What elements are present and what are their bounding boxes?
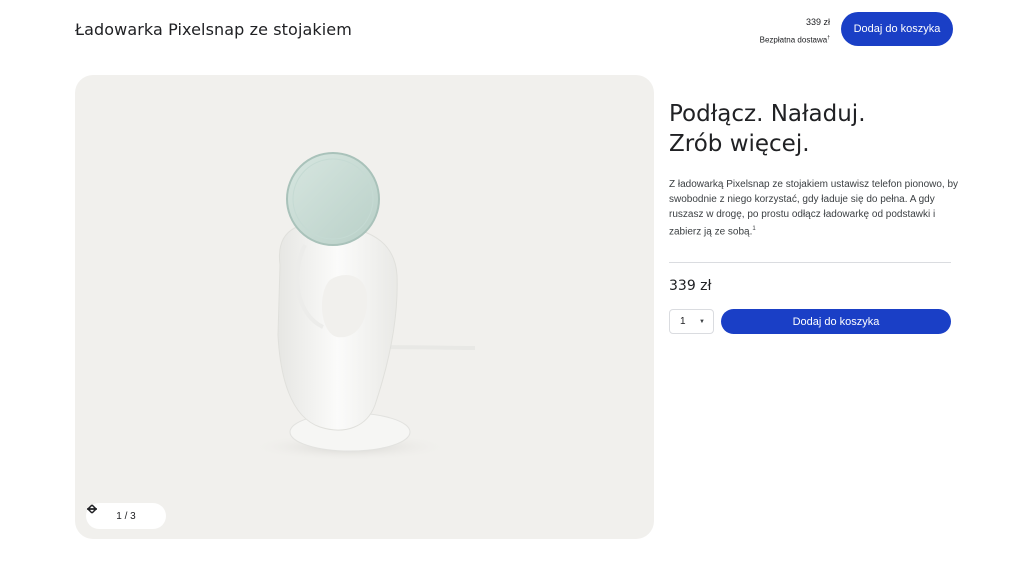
product-image (250, 152, 476, 461)
quantity-value: 1 (680, 316, 686, 327)
quantity-select[interactable]: 1 ▼ (669, 309, 714, 334)
product-image-gallery: 1 / 3 (75, 75, 654, 539)
product-price: 339 zł (669, 278, 712, 294)
product-title: Ładowarka Pixelsnap ze stojakiem (75, 20, 352, 39)
header-add-to-cart-button[interactable]: Dodaj do koszyka (841, 12, 953, 46)
headline-line-2: Zrób więcej. (669, 131, 810, 157)
header-price: 339 zł (805, 17, 830, 27)
shipping-footnote: † (827, 35, 830, 41)
headline-line-1: Podłącz. Naładuj. (669, 101, 866, 127)
product-headline: Podłącz. Naładuj. Zrób więcej. (669, 99, 969, 159)
description-footnote[interactable]: 1 (752, 226, 755, 232)
top-bar: Ładowarka Pixelsnap ze stojakiem 339 zł … (0, 0, 1024, 62)
gallery-counter: 1 / 3 (116, 510, 136, 522)
description-text: Z ładowarką Pixelsnap ze stojakiem ustaw… (669, 179, 959, 238)
divider (669, 262, 951, 263)
free-shipping-label: Bezpłatna dostawa (759, 35, 828, 45)
header-price-block: 339 zł Bezpłatna dostawa† (760, 16, 830, 48)
free-shipping-note: Bezpłatna dostawa† (760, 31, 830, 48)
gallery-pager: 1 / 3 (86, 503, 166, 529)
product-description: Z ładowarką Pixelsnap ze stojakiem ustaw… (669, 177, 959, 239)
add-to-cart-button[interactable]: Dodaj do koszyka (721, 309, 951, 334)
caret-down-icon: ▼ (699, 318, 705, 325)
arrow-right-icon[interactable] (87, 504, 159, 524)
